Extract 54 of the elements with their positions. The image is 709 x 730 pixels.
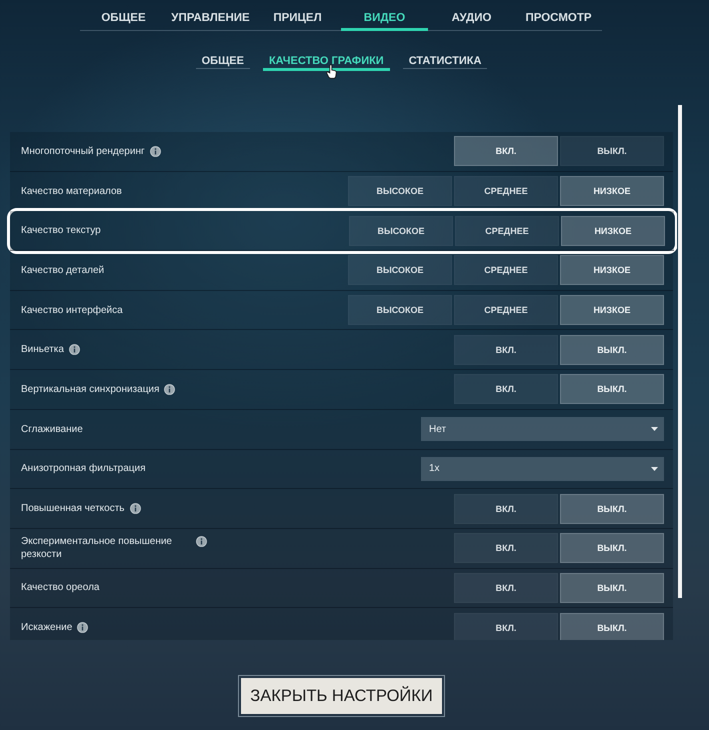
option-button[interactable]: НИЗКОЕ [560, 255, 664, 286]
caret-icon [651, 427, 658, 432]
dropdown[interactable]: 1x [421, 456, 664, 481]
option-button[interactable]: ВЫСОКОЕ [348, 295, 452, 326]
option-button[interactable]: ВЫКЛ. [560, 533, 664, 564]
option-button[interactable]: ВЫСОКОЕ [348, 176, 452, 206]
option-button[interactable]: СРЕДНЕЕ [454, 176, 558, 206]
option-button[interactable]: НИЗКОЕ [561, 216, 665, 246]
subtab[interactable]: СТАТИСТИКА [402, 55, 488, 69]
option-button[interactable]: ВКЛ. [454, 612, 558, 640]
setting-label: Виньетка [21, 343, 64, 356]
dropdown[interactable]: Нет [421, 417, 664, 442]
option-button[interactable]: ВКЛ. [454, 334, 558, 365]
setting-label: Сглаживание [21, 422, 83, 436]
close-button[interactable]: ЗАКРЫТЬ НАСТРОЙКИ [238, 675, 445, 717]
setting-label: Качество деталей [21, 264, 104, 277]
tab[interactable]: ПРОСМОТР [515, 0, 602, 31]
setting-label: Искажение [21, 621, 72, 634]
tab[interactable]: УПРАВЛЕНИЕ [167, 0, 254, 31]
setting-label: Качество интерфейса [21, 304, 123, 317]
option-button[interactable]: НИЗКОЕ [560, 295, 664, 326]
option-button[interactable]: ВКЛ. [454, 572, 558, 603]
option-button[interactable]: ВКЛ. [454, 136, 558, 166]
option-button[interactable]: ВЫКЛ. [560, 374, 664, 404]
tab[interactable]: ВИДЕО [341, 0, 428, 31]
scrollbar-thumb[interactable] [678, 105, 682, 598]
option-button[interactable]: НИЗКОЕ [560, 176, 664, 206]
option-button[interactable]: ВЫКЛ. [560, 494, 664, 524]
tab[interactable]: ОБЩЕЕ [80, 0, 167, 31]
subtab[interactable]: ОБЩЕЕ [196, 55, 250, 69]
option-button[interactable]: ВЫКЛ. [560, 136, 664, 166]
setting-label: Качество материалов [21, 184, 122, 198]
setting-label: Качество текстур [21, 224, 101, 238]
tab[interactable]: ПРИЦЕЛ [254, 0, 341, 31]
option-button[interactable]: ВКЛ. [454, 533, 558, 564]
option-button[interactable]: ВЫКЛ. [560, 334, 664, 365]
option-button[interactable]: ВКЛ. [454, 374, 558, 404]
option-button[interactable]: ВКЛ. [454, 494, 558, 524]
option-button[interactable]: ВЫСОКОЕ [348, 255, 452, 286]
hand-cursor-icon [326, 64, 337, 79]
setting-label: Качество ореола [21, 581, 100, 594]
option-button[interactable]: СРЕДНЕЕ [454, 295, 558, 326]
setting-label: Многопоточный рендеринг [21, 144, 145, 158]
option-button[interactable]: СРЕДНЕЕ [454, 255, 558, 286]
option-button[interactable]: ВЫСОКОЕ [349, 216, 453, 246]
caret-icon [651, 466, 658, 471]
setting-label: Повышенная четкость [21, 502, 124, 516]
option-button[interactable]: ВЫКЛ. [560, 612, 664, 640]
setting-label: Вертикальная синхронизация [21, 382, 160, 396]
tab[interactable]: АУДИО [428, 0, 515, 31]
setting-label: Экспериментальное повышение резкости [21, 535, 173, 562]
setting-label: Анизотропная фильтрация [21, 462, 146, 476]
option-button[interactable]: СРЕДНЕЕ [455, 216, 559, 246]
option-button[interactable]: ВЫКЛ. [560, 572, 664, 603]
